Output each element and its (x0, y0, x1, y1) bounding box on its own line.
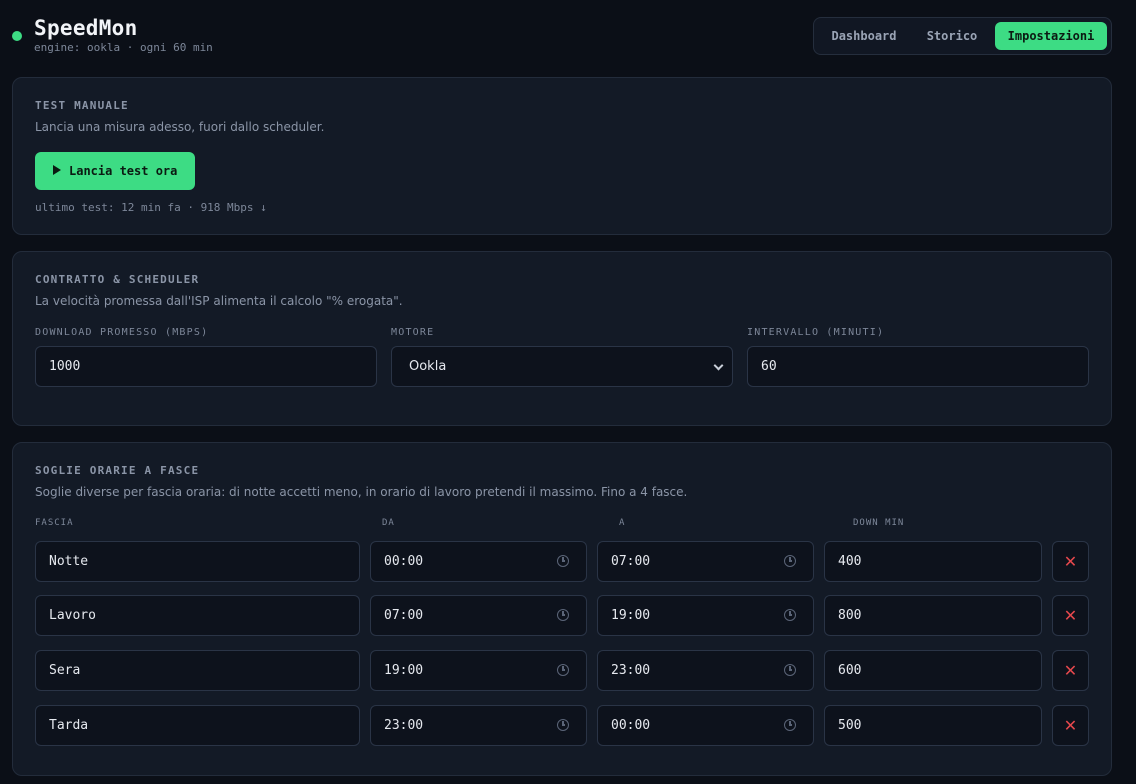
run-test-button[interactable]: Lancia test ora (35, 152, 195, 190)
band-to-value: 19:00 (611, 608, 651, 623)
download-label: DOWNLOAD PROMESSO (MBPS) (35, 327, 209, 338)
main-nav: Dashboard Storico Impostazioni (813, 17, 1112, 55)
column-header-from: DA (382, 518, 395, 528)
band-from-value: 00:00 (384, 554, 424, 569)
delete-band-button[interactable]: ✕ (1052, 541, 1089, 582)
clock-icon[interactable] (557, 719, 569, 731)
clock-icon[interactable] (784, 664, 796, 676)
panel-title: CONTRATTO & SCHEDULER (35, 273, 200, 286)
clock-icon[interactable] (784, 609, 796, 621)
band-from-input[interactable]: 23:00 (370, 705, 587, 746)
band-name-input[interactable]: Lavoro (35, 595, 360, 636)
band-min-input[interactable]: 400 (824, 541, 1042, 582)
panel-description: Soglie diverse per fascia oraria: di not… (35, 485, 688, 499)
clock-icon[interactable] (784, 719, 796, 731)
run-test-label: Lancia test ora (69, 164, 178, 178)
delete-band-button[interactable]: ✕ (1052, 595, 1089, 636)
tab-storico[interactable]: Storico (910, 22, 994, 50)
last-test-info: ultimo test: 12 min fa · 918 Mbps ↓ (35, 201, 267, 214)
close-icon: ✕ (1063, 661, 1078, 680)
band-from-input[interactable]: 07:00 (370, 595, 587, 636)
app-title: SpeedMon (34, 16, 138, 40)
engine-select[interactable]: Ookla (391, 346, 733, 387)
column-header-min: DOWN MIN (853, 518, 905, 528)
delete-band-button[interactable]: ✕ (1052, 705, 1089, 746)
manual-test-panel: TEST MANUALE Lancia una misura adesso, f… (12, 77, 1112, 235)
band-name-input[interactable]: Sera (35, 650, 360, 691)
band-min-input[interactable]: 800 (824, 595, 1042, 636)
tab-impostazioni[interactable]: Impostazioni (995, 22, 1107, 50)
band-min-input[interactable]: 600 (824, 650, 1042, 691)
band-from-value: 19:00 (384, 663, 424, 678)
band-from-input[interactable]: 00:00 (370, 541, 587, 582)
engine-label: MOTORE (391, 327, 435, 338)
band-to-input[interactable]: 19:00 (597, 595, 814, 636)
app-subtitle: engine: ookla · ogni 60 min (34, 41, 213, 54)
thresholds-panel: SOGLIE ORARIE A FASCE Soglie diverse per… (12, 442, 1112, 776)
band-name-input[interactable]: Notte (35, 541, 360, 582)
close-icon: ✕ (1063, 606, 1078, 625)
panel-description: La velocità promessa dall'ISP alimenta i… (35, 294, 403, 308)
delete-band-button[interactable]: ✕ (1052, 650, 1089, 691)
interval-label: INTERVALLO (MINUTI) (747, 327, 885, 338)
band-to-input[interactable]: 23:00 (597, 650, 814, 691)
band-from-input[interactable]: 19:00 (370, 650, 587, 691)
contract-panel: CONTRATTO & SCHEDULER La velocità promes… (12, 251, 1112, 426)
interval-input[interactable]: 60 (747, 346, 1089, 387)
band-from-value: 23:00 (384, 718, 424, 733)
panel-title: TEST MANUALE (35, 99, 129, 112)
play-icon (53, 165, 61, 175)
clock-icon[interactable] (557, 609, 569, 621)
status-indicator (12, 31, 22, 41)
panel-description: Lancia una misura adesso, fuori dallo sc… (35, 120, 325, 134)
band-to-value: 23:00 (611, 663, 651, 678)
band-min-input[interactable]: 500 (824, 705, 1042, 746)
close-icon: ✕ (1063, 552, 1078, 571)
band-from-value: 07:00 (384, 608, 424, 623)
band-to-value: 07:00 (611, 554, 651, 569)
clock-icon[interactable] (557, 555, 569, 567)
close-icon: ✕ (1063, 716, 1078, 735)
download-input[interactable]: 1000 (35, 346, 377, 387)
band-to-value: 00:00 (611, 718, 651, 733)
column-header-to: A (619, 518, 626, 528)
band-to-input[interactable]: 07:00 (597, 541, 814, 582)
clock-icon[interactable] (557, 664, 569, 676)
panel-title: SOGLIE ORARIE A FASCE (35, 464, 200, 477)
engine-selected-value: Ookla (409, 359, 447, 374)
band-to-input[interactable]: 00:00 (597, 705, 814, 746)
clock-icon[interactable] (784, 555, 796, 567)
tab-dashboard[interactable]: Dashboard (818, 22, 910, 50)
band-name-input[interactable]: Tarda (35, 705, 360, 746)
app-header: SpeedMon engine: ookla · ogni 60 min Das… (0, 0, 1136, 70)
chevron-down-icon (713, 360, 724, 371)
column-header-name: FASCIA (35, 518, 74, 528)
